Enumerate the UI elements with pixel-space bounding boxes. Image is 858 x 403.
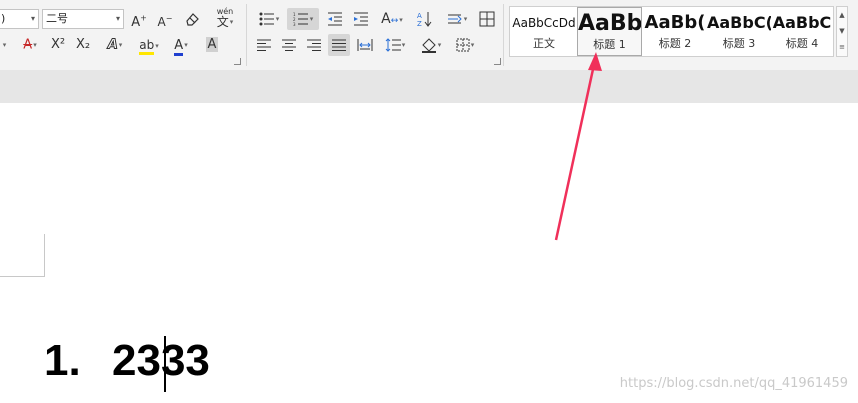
style-heading-3[interactable]: AaBbC( 标题 3 bbox=[707, 7, 771, 56]
more-icon[interactable]: ≡ bbox=[837, 39, 847, 55]
show-marks-icon bbox=[447, 14, 462, 24]
grow-font-icon: A+ bbox=[131, 14, 147, 31]
shading-button[interactable]: ▾ bbox=[416, 34, 446, 56]
shrink-font-button[interactable]: A− bbox=[155, 8, 175, 30]
style-label: 标题 2 bbox=[658, 37, 692, 50]
paint-bucket-icon bbox=[421, 38, 436, 53]
chevron-down-icon[interactable]: ▼ bbox=[837, 23, 847, 39]
justify-icon bbox=[332, 39, 346, 51]
distribute-icon bbox=[357, 38, 373, 51]
increase-indent-button[interactable] bbox=[350, 8, 372, 30]
text-effect-button[interactable]: A▾ bbox=[101, 34, 129, 56]
svg-text:A: A bbox=[417, 12, 422, 20]
increase-indent-icon bbox=[354, 12, 368, 25]
borders-icon bbox=[456, 38, 470, 52]
superscript-button[interactable]: X² bbox=[47, 34, 69, 56]
font-name-field[interactable]: ) ▾ bbox=[0, 9, 39, 29]
font-dialog-launcher[interactable] bbox=[234, 58, 241, 65]
chevron-down-icon[interactable]: ▾ bbox=[116, 10, 120, 28]
paragraph-dialog-launcher[interactable] bbox=[494, 58, 501, 65]
highlight-icon: ab bbox=[139, 38, 155, 55]
styles-gallery: AaBbCcDd 正文 AaBb 标题 1 AaBb( 标题 2 AaBbC( … bbox=[509, 6, 834, 57]
style-sample: AaBbC bbox=[772, 13, 832, 32]
numbering-button[interactable]: 1 2 3 ▾ bbox=[287, 8, 319, 30]
align-left-button[interactable] bbox=[254, 34, 274, 56]
style-sample: AaBb bbox=[578, 11, 642, 36]
font-color-button[interactable]: A▾ bbox=[168, 34, 194, 56]
align-right-icon bbox=[307, 39, 321, 51]
style-normal[interactable]: AaBbCcDd 正文 bbox=[512, 7, 576, 56]
style-sample: AaBbC( bbox=[707, 13, 771, 32]
chevron-up-icon[interactable]: ▲ bbox=[837, 7, 847, 23]
table-grid-icon bbox=[479, 11, 495, 26]
style-sample: AaBb( bbox=[644, 12, 706, 33]
distribute-button[interactable] bbox=[354, 34, 376, 56]
ribbon: ) ▾ 二号 ▾ A+ A− wén 文▾ ▾ A▾ X² X₂ A▾ ab▾ … bbox=[0, 0, 858, 70]
show-marks-button[interactable]: ▾ bbox=[443, 8, 471, 30]
decrease-indent-icon bbox=[328, 12, 342, 25]
style-label: 标题 4 bbox=[785, 37, 819, 50]
font-name-value: ) bbox=[1, 12, 6, 25]
style-heading-1[interactable]: AaBb 标题 1 bbox=[577, 7, 642, 56]
highlight-button[interactable]: ab▾ bbox=[134, 34, 164, 56]
style-heading-4[interactable]: AaBbC 标题 4 bbox=[771, 7, 833, 56]
style-label: 标题 1 bbox=[593, 38, 626, 51]
character-shading-icon: A bbox=[205, 37, 219, 52]
eraser-icon bbox=[186, 12, 199, 26]
tab-settings-button[interactable] bbox=[477, 8, 497, 30]
bullets-button[interactable]: ▾ bbox=[255, 8, 283, 30]
phonetic-guide-button[interactable]: wén 文▾ bbox=[210, 6, 240, 28]
sort-button[interactable]: A Z bbox=[413, 8, 435, 30]
grow-font-button[interactable]: A+ bbox=[129, 8, 149, 30]
chinese-layout-icon: A↔ bbox=[381, 11, 399, 27]
character-shading-button[interactable]: A bbox=[202, 34, 222, 56]
line-spacing-icon bbox=[385, 38, 401, 52]
align-left-icon bbox=[257, 39, 271, 51]
superscript-icon: X² bbox=[50, 37, 66, 52]
page-margin-corner-mark bbox=[0, 234, 45, 277]
align-center-icon bbox=[282, 39, 296, 51]
ribbon-bottom-band bbox=[0, 70, 858, 104]
style-heading-2[interactable]: AaBb( 标题 2 bbox=[643, 7, 707, 56]
numbered-list-icon: 1 2 3 bbox=[293, 12, 308, 27]
style-label: 正文 bbox=[533, 37, 555, 50]
line-spacing-button[interactable]: ▾ bbox=[380, 34, 410, 56]
strikethrough-icon: A bbox=[23, 37, 33, 53]
bullet-list-icon bbox=[259, 12, 274, 26]
font-size-value: 二号 bbox=[46, 12, 68, 25]
sort-az-icon: A Z bbox=[417, 11, 432, 28]
clear-formatting-button[interactable] bbox=[181, 8, 203, 30]
text-cursor bbox=[164, 336, 166, 392]
svg-text:3: 3 bbox=[293, 22, 296, 26]
strikethrough-button[interactable]: A▾ bbox=[14, 34, 46, 56]
align-center-button[interactable] bbox=[279, 34, 299, 56]
group-separator bbox=[503, 4, 504, 66]
phonetic-guide-char: 文 bbox=[216, 15, 229, 29]
subscript-button[interactable]: X₂ bbox=[72, 34, 94, 56]
decrease-indent-button[interactable] bbox=[324, 8, 346, 30]
heading-text[interactable]: 2333 bbox=[112, 333, 210, 389]
text-effect-icon: A bbox=[107, 37, 118, 53]
watermark: https://blog.csdn.net/qq_41961459 bbox=[619, 376, 848, 391]
svg-text:Z: Z bbox=[417, 20, 422, 27]
chinese-layout-button[interactable]: A↔▾ bbox=[377, 8, 407, 30]
group-separator bbox=[246, 4, 247, 66]
justify-button[interactable] bbox=[328, 34, 350, 56]
shrink-font-icon: A− bbox=[157, 14, 173, 29]
style-label: 标题 3 bbox=[722, 37, 756, 50]
underline-dropdown[interactable]: ▾ bbox=[0, 34, 8, 56]
font-size-field[interactable]: 二号 ▾ bbox=[42, 9, 124, 29]
font-color-icon: A bbox=[174, 37, 184, 56]
chevron-down-icon[interactable]: ▾ bbox=[31, 10, 35, 28]
style-sample: AaBbCcDd bbox=[512, 16, 576, 30]
subscript-icon: X₂ bbox=[75, 37, 91, 52]
align-right-button[interactable] bbox=[304, 34, 324, 56]
styles-gallery-scroll[interactable]: ▲ ▼ ≡ bbox=[836, 6, 848, 57]
borders-button[interactable]: ▾ bbox=[451, 34, 479, 56]
list-number: 1. bbox=[44, 336, 81, 385]
